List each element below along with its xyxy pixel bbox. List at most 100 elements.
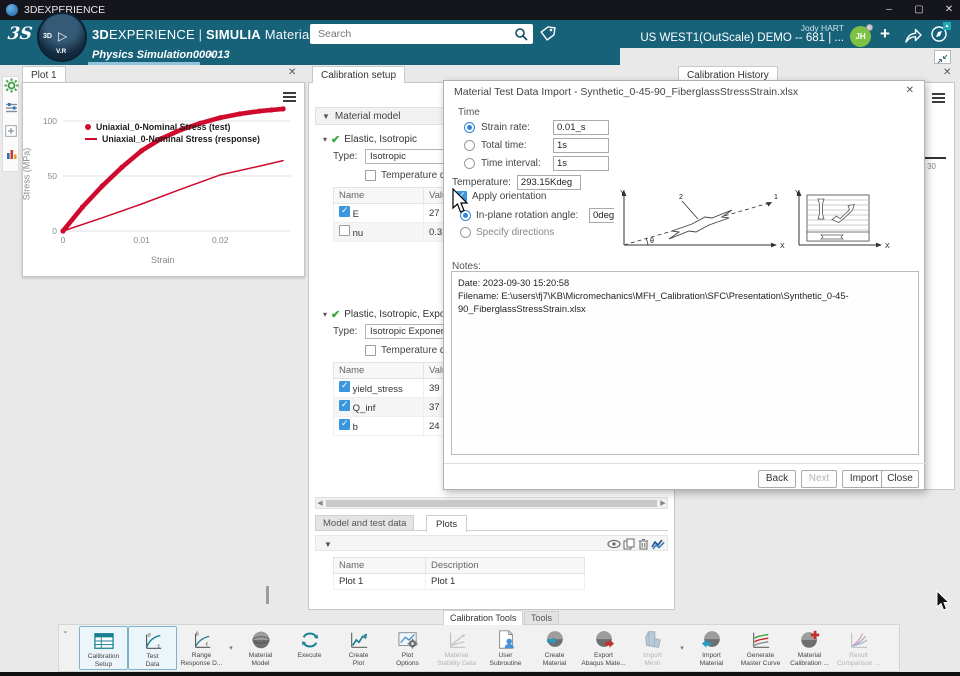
toolbar-create-material[interactable]: Create Material: [530, 626, 579, 670]
add-content-icon[interactable]: +: [880, 24, 890, 44]
help-compass-icon[interactable]: ▲: [930, 22, 951, 43]
toolbar-import-material[interactable]: Import Material: [687, 626, 736, 670]
table-row[interactable]: Plot 1 Plot 1: [333, 573, 585, 590]
total-time-radio[interactable]: [464, 140, 475, 151]
horizontal-scrollbar[interactable]: ◀ ▶: [315, 497, 668, 509]
minimize-button[interactable]: –: [874, 0, 904, 20]
settings-gear-icon[interactable]: [4, 78, 19, 93]
search-icon[interactable]: [514, 27, 528, 41]
specify-directions-radio[interactable]: [460, 227, 471, 238]
toolbar-user-subroutine[interactable]: User Subroutine: [481, 626, 530, 670]
toolbar-range-response[interactable]: ôε Range Response D...: [177, 626, 226, 670]
time-interval-radio[interactable]: [464, 158, 475, 169]
notes-filename-line: Filename: E:\users\fj7\KB\Micromechanics…: [458, 291, 849, 314]
row-checkbox[interactable]: [339, 205, 350, 217]
drag-handle[interactable]: [266, 586, 269, 604]
specimen-sheet-diagram: Y X: [791, 187, 891, 251]
legend-test-label: Uniaxial_0-Nominal Stress (test): [96, 122, 231, 132]
temp-dependent-checkbox[interactable]: [365, 345, 376, 356]
toolbar-result-comparison[interactable]: Result Comparison ...: [834, 626, 883, 670]
tab-tools[interactable]: Tools: [524, 611, 560, 625]
apply-orientation-checkbox[interactable]: [456, 190, 467, 202]
row-checkbox[interactable]: [339, 380, 350, 392]
history-close-icon[interactable]: ✕: [943, 67, 951, 78]
toolbar-export-abaqus-material[interactable]: Export Abaqus Mate...: [579, 626, 628, 670]
toolbar-collapse-icon[interactable]: ⌄: [62, 626, 69, 635]
tab-plot1-label: Plot 1: [31, 69, 57, 81]
close-button[interactable]: ✕: [934, 0, 960, 20]
search-input[interactable]: [310, 28, 514, 40]
chart-legend: Uniaxial_0-Nominal Stress (test) Uniaxia…: [85, 121, 260, 145]
dialog-close-icon[interactable]: ✕: [906, 85, 914, 96]
compass-icon[interactable]: 3D ▷ V.R: [37, 12, 87, 62]
delete-plot-icon[interactable]: [638, 538, 649, 550]
notes-box[interactable]: Date: 2023-09-30 15:20:58 Filename: E:\u…: [451, 271, 919, 455]
show-plot-icon[interactable]: [607, 538, 621, 550]
temperature-input[interactable]: [516, 175, 581, 190]
sliders-icon[interactable]: [5, 102, 18, 114]
toolbar-execute[interactable]: Execute: [285, 626, 334, 670]
create-material-icon: [544, 628, 566, 652]
import-button[interactable]: Import: [842, 470, 886, 488]
collapse-panel-icon[interactable]: [934, 50, 951, 64]
close-dialog-button[interactable]: Close: [881, 470, 919, 488]
row-checkbox[interactable]: [339, 418, 350, 430]
toolbar-material-model[interactable]: Material Model: [236, 626, 285, 670]
legend-response-label: Uniaxial_0-Nominal Stress (response): [102, 134, 260, 144]
history-menu-icon[interactable]: [932, 91, 945, 105]
maximize-button[interactable]: ▢: [904, 0, 934, 20]
chart-menu-icon[interactable]: [283, 90, 296, 104]
tag-icon[interactable]: [539, 25, 557, 43]
toolbar-chevron-icon[interactable]: ▾: [677, 644, 687, 652]
tenant-label[interactable]: US WEST1(OutScale) DEMO -- 681 | ...: [640, 32, 844, 44]
duplicate-plot-icon[interactable]: [623, 538, 635, 550]
material-calibration-icon: [799, 628, 821, 652]
svg-text:X: X: [885, 243, 890, 250]
toolbar-generate-master-curve[interactable]: Generate Master Curve: [736, 626, 785, 670]
time-interval-input[interactable]: [553, 156, 609, 171]
toolbar-chevron-icon[interactable]: ▾: [226, 644, 236, 652]
type-label: Type:: [333, 326, 358, 337]
row-checkbox[interactable]: [339, 225, 350, 236]
tab-calibration-tools[interactable]: Calibration Tools: [443, 610, 524, 625]
elastic-group-header[interactable]: ▾ ✔ Elastic, Isotropic: [323, 133, 417, 146]
strain-rate-radio[interactable]: [464, 122, 475, 133]
legend-line-marker: [85, 138, 97, 140]
temp-dependent-checkbox[interactable]: [365, 170, 376, 181]
toolbar-material-calibration[interactable]: Material Calibration ...: [785, 626, 834, 670]
expand-icon[interactable]: ▼: [324, 540, 332, 549]
tab-plots[interactable]: Plots: [426, 515, 468, 532]
strain-rate-input[interactable]: [553, 120, 609, 135]
next-button[interactable]: Next: [801, 470, 837, 488]
plot-options-icon: [397, 628, 419, 652]
back-button[interactable]: Back: [758, 470, 796, 488]
svg-text:50: 50: [48, 171, 58, 181]
inplane-rotation-radio[interactable]: [460, 210, 471, 221]
toolbar-calibration-setup[interactable]: Calibration Setup: [79, 626, 128, 670]
row-checkbox[interactable]: [339, 399, 350, 411]
toolbar-import-mesh[interactable]: Import Mesh: [628, 626, 677, 670]
mouse-cursor-black: [936, 590, 951, 611]
user-subroutine-icon: [495, 628, 517, 652]
toolbar-create-plot[interactable]: Create Plot: [334, 626, 383, 670]
3ds-logo[interactable]: 3S: [7, 24, 34, 44]
test-data-icon: σε: [142, 629, 164, 653]
stress-strain-chart[interactable]: 0 50 100 0 0.01 0.02: [23, 83, 304, 271]
new-plot-icon[interactable]: [651, 538, 665, 550]
add-tab-button[interactable]: +: [208, 49, 214, 61]
add-widget-icon[interactable]: [5, 125, 17, 137]
toolbar-test-data[interactable]: σε Test Data: [128, 626, 177, 670]
tab-calibration-setup[interactable]: Calibration setup: [312, 66, 406, 83]
toolbar-plot-options[interactable]: Plot Options: [383, 626, 432, 670]
plot-tab-close-icon[interactable]: ✕: [288, 67, 296, 78]
chart-ylabel: Stress (MPa): [21, 147, 32, 201]
tab-model-and-test-data[interactable]: Model and test data: [315, 515, 415, 531]
toolbar-material-stability-data[interactable]: Material Stability Data: [432, 626, 481, 670]
total-time-input[interactable]: [553, 138, 609, 153]
elastic-group-label: Elastic, Isotropic: [344, 134, 418, 145]
share-icon[interactable]: [904, 26, 923, 44]
tab-plot1[interactable]: Plot 1: [22, 66, 66, 83]
avatar[interactable]: JH: [850, 24, 873, 47]
chart-widget-icon[interactable]: [5, 147, 18, 160]
svg-text:0.01: 0.01: [133, 235, 150, 245]
